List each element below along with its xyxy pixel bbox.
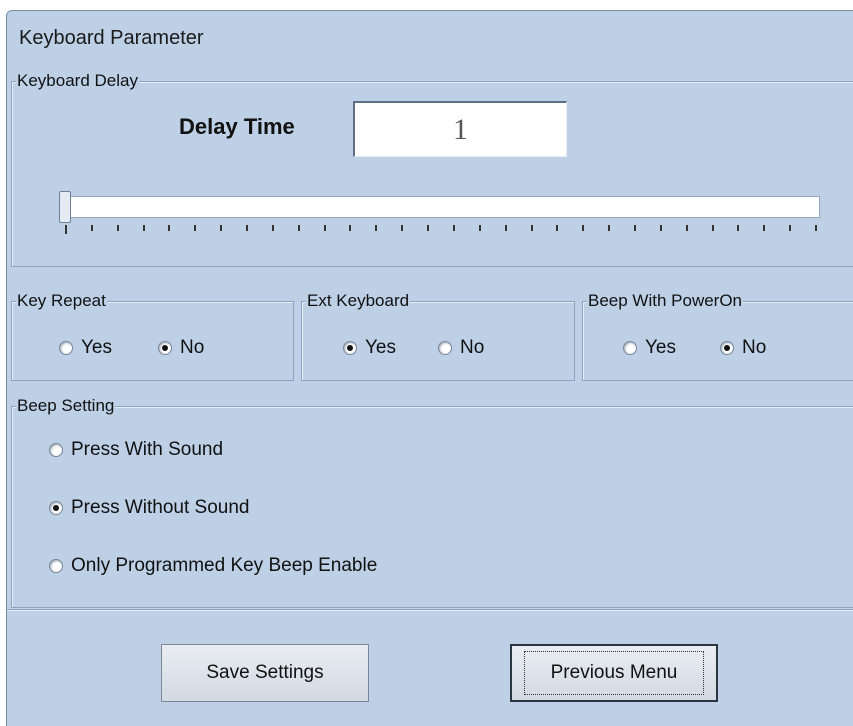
only-programmed-key-beep-radio[interactable]: Only Programmed Key Beep Enable <box>49 555 377 577</box>
radio-circle-icon <box>49 559 63 573</box>
press-with-sound-radio[interactable]: Press With Sound <box>49 439 223 461</box>
slider-tick <box>65 225 67 234</box>
beep-poweron-legend: Beep With PowerOn <box>587 291 744 311</box>
slider-tick <box>685 225 688 231</box>
keyboard-parameter-window: Keyboard Parameter Keyboard Delay Delay … <box>6 10 853 726</box>
slider-tick <box>427 225 430 231</box>
radio-circle-icon <box>438 341 452 355</box>
slider-tick <box>401 225 404 231</box>
slider-tick <box>530 225 533 231</box>
slider-tick <box>789 225 792 231</box>
beep-setting-legend: Beep Setting <box>16 396 116 416</box>
ext-keyboard-yes-radio[interactable]: Yes <box>343 337 396 359</box>
slider-tick <box>582 225 585 231</box>
key-repeat-yes-radio[interactable]: Yes <box>59 337 112 359</box>
slider-tick <box>737 225 740 231</box>
delay-time-label: Delay Time <box>179 114 295 139</box>
keyboard-delay-legend: Keyboard Delay <box>16 71 139 91</box>
beep-poweron-yes-radio[interactable]: Yes <box>623 337 676 359</box>
slider-tick <box>246 225 249 231</box>
ext-keyboard-legend: Ext Keyboard <box>306 291 411 311</box>
delay-slider-ticks <box>63 225 820 235</box>
slider-tick <box>815 225 817 231</box>
ext-keyboard-no-radio[interactable]: No <box>438 337 484 359</box>
radio-label: Yes <box>645 337 676 358</box>
radio-label: No <box>742 337 767 358</box>
radio-label: Press Without Sound <box>71 497 250 518</box>
beep-poweron-no-radio[interactable]: No <box>720 337 766 359</box>
slider-tick <box>116 225 119 231</box>
slider-tick <box>220 225 223 231</box>
radio-selected-icon <box>720 341 734 355</box>
previous-menu-button[interactable]: Previous Menu <box>510 644 718 702</box>
radio-circle-icon <box>623 341 637 355</box>
slider-tick <box>659 225 662 231</box>
slider-tick <box>504 225 507 231</box>
radio-label: No <box>460 337 485 358</box>
slider-tick <box>194 225 197 231</box>
radio-selected-icon <box>49 501 63 515</box>
radio-label: No <box>180 337 205 358</box>
radio-label: Yes <box>365 337 396 358</box>
radio-circle-icon <box>49 443 63 457</box>
radio-label: Press With Sound <box>71 439 224 460</box>
window-title: Keyboard Parameter <box>19 27 204 49</box>
radio-label: Only Programmed Key Beep Enable <box>71 555 378 576</box>
slider-tick <box>556 225 559 231</box>
radio-label: Yes <box>81 337 112 358</box>
slider-tick <box>168 225 171 231</box>
key-repeat-no-radio[interactable]: No <box>158 337 204 359</box>
save-settings-label: Save Settings <box>206 662 324 683</box>
radio-selected-icon <box>343 341 357 355</box>
slider-tick <box>90 225 93 231</box>
save-settings-button[interactable]: Save Settings <box>161 644 369 702</box>
slider-tick <box>323 225 326 231</box>
slider-tick <box>478 225 481 231</box>
slider-tick <box>763 225 766 231</box>
slider-tick <box>297 225 300 231</box>
slider-tick <box>349 225 352 231</box>
slider-tick <box>375 225 378 231</box>
radio-selected-icon <box>158 341 172 355</box>
delay-time-field[interactable]: 1 <box>353 101 567 157</box>
slider-tick <box>608 225 611 231</box>
slider-tick <box>633 225 636 231</box>
slider-tick <box>271 225 274 231</box>
slider-tick <box>142 225 145 231</box>
delay-slider-track[interactable] <box>63 196 820 218</box>
slider-tick <box>452 225 455 231</box>
delay-slider-thumb[interactable] <box>59 191 71 223</box>
slider-tick <box>711 225 714 231</box>
press-without-sound-radio[interactable]: Press Without Sound <box>49 497 249 519</box>
footer-divider <box>7 609 853 610</box>
previous-menu-label: Previous Menu <box>523 651 705 695</box>
radio-circle-icon <box>59 341 73 355</box>
key-repeat-legend: Key Repeat <box>16 291 107 311</box>
